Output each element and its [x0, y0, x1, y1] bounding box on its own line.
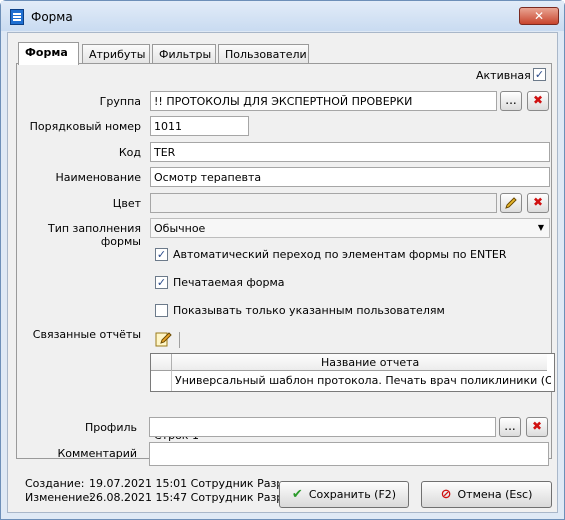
report-name-column[interactable]: Название отчета: [321, 356, 419, 369]
toolbar-separator: [179, 332, 180, 348]
clear-icon: ✖: [532, 93, 544, 107]
created-label: Создание:: [25, 477, 85, 490]
name-field[interactable]: Осмотр терапевта: [150, 167, 550, 187]
form-window: Форма ✕ Форма Атрибуты Фильтры Пользоват…: [0, 0, 565, 520]
clear-icon: ✖: [531, 419, 543, 433]
group-clear-button[interactable]: ✖: [527, 91, 549, 111]
close-icon: ✕: [533, 9, 545, 23]
order-number-field[interactable]: 1011: [150, 116, 249, 136]
report-row[interactable]: Универсальный шаблон протокола. Печать в…: [175, 374, 551, 387]
users-only-checkbox[interactable]: [155, 304, 168, 317]
clear-icon: ✖: [532, 195, 544, 209]
printable-label: Печатаемая форма: [173, 276, 285, 289]
tab-form[interactable]: Форма: [18, 42, 79, 65]
edit-note-icon: [155, 332, 172, 347]
cancel-button[interactable]: ⊘ Отмена (Esc): [421, 481, 552, 508]
cancel-icon: ⊘: [440, 487, 452, 502]
enter-nav-label: Автоматический переход по элементам форм…: [173, 248, 507, 261]
code-field[interactable]: TER: [150, 142, 550, 162]
color-label: Цвет: [112, 197, 141, 210]
save-label: Сохранить (F2): [308, 488, 397, 501]
enter-nav-checkbox[interactable]: ✓: [155, 248, 168, 261]
comment-field[interactable]: [149, 442, 549, 466]
code-label: Код: [118, 146, 141, 159]
fill-type-select[interactable]: Обычное ▼: [150, 218, 550, 238]
tab-filters[interactable]: Фильтры: [152, 44, 216, 64]
tab-users[interactable]: Пользователи: [218, 44, 309, 64]
color-clear-button[interactable]: ✖: [527, 193, 549, 213]
active-label: Активная: [476, 69, 531, 82]
checkmark-icon: ✔: [291, 487, 303, 502]
fill-type-value: Обычное: [154, 222, 206, 235]
group-select-button[interactable]: ...: [500, 91, 522, 111]
profile-clear-button[interactable]: ✖: [526, 417, 548, 437]
name-label: Наименование: [55, 171, 141, 184]
reports-grid-header: Название отчета: [151, 354, 547, 371]
form-app-icon: [10, 9, 24, 25]
pencil-icon: [505, 197, 517, 209]
dialog-body: Форма Атрибуты Фильтры Пользователи Акти…: [7, 32, 558, 513]
tab-attributes[interactable]: Атрибуты: [82, 44, 150, 64]
profile-label: Профиль: [84, 421, 137, 434]
form-tab-panel: Активная ✓ Группа !! ПРОТОКОЛЫ ДЛЯ ЭКСПЕ…: [16, 63, 555, 459]
comment-label: Комментарий: [57, 447, 137, 460]
window-title: Форма: [31, 10, 73, 24]
profile-select-button[interactable]: ...: [499, 417, 521, 437]
edit-reports-button[interactable]: [155, 330, 175, 350]
color-pick-button[interactable]: [500, 193, 522, 213]
reports-grid: Название отчета Универсальный шаблон про…: [150, 353, 555, 392]
close-button[interactable]: ✕: [519, 7, 559, 25]
fill-type-label: Тип заполнения формы: [47, 222, 141, 248]
printable-checkbox[interactable]: ✓: [155, 276, 168, 289]
group-label: Группа: [99, 95, 141, 108]
reports-label: Связанные отчёты: [32, 328, 141, 341]
chevron-down-icon: ▼: [537, 223, 544, 232]
users-only-label: Показывать только указанным пользователя…: [173, 304, 445, 317]
title-bar[interactable]: Форма ✕: [1, 1, 564, 31]
group-field[interactable]: !! ПРОТОКОЛЫ ДЛЯ ЭКСПЕРТНОЙ ПРОВЕРКИ: [150, 91, 497, 111]
color-field[interactable]: [150, 193, 497, 213]
modified-label: Изменение:: [25, 491, 93, 504]
modified-info: 26.08.2021 15:47 Сотрудник Разработчик: [89, 491, 279, 504]
created-info: 19.07.2021 15:01 Сотрудник Разработчик: [89, 477, 279, 490]
active-checkbox[interactable]: ✓: [533, 68, 546, 81]
order-label: Порядковый номер: [29, 120, 141, 133]
cancel-label: Отмена (Esc): [457, 488, 533, 501]
save-button[interactable]: ✔ Сохранить (F2): [279, 481, 409, 508]
profile-field[interactable]: [149, 417, 496, 437]
